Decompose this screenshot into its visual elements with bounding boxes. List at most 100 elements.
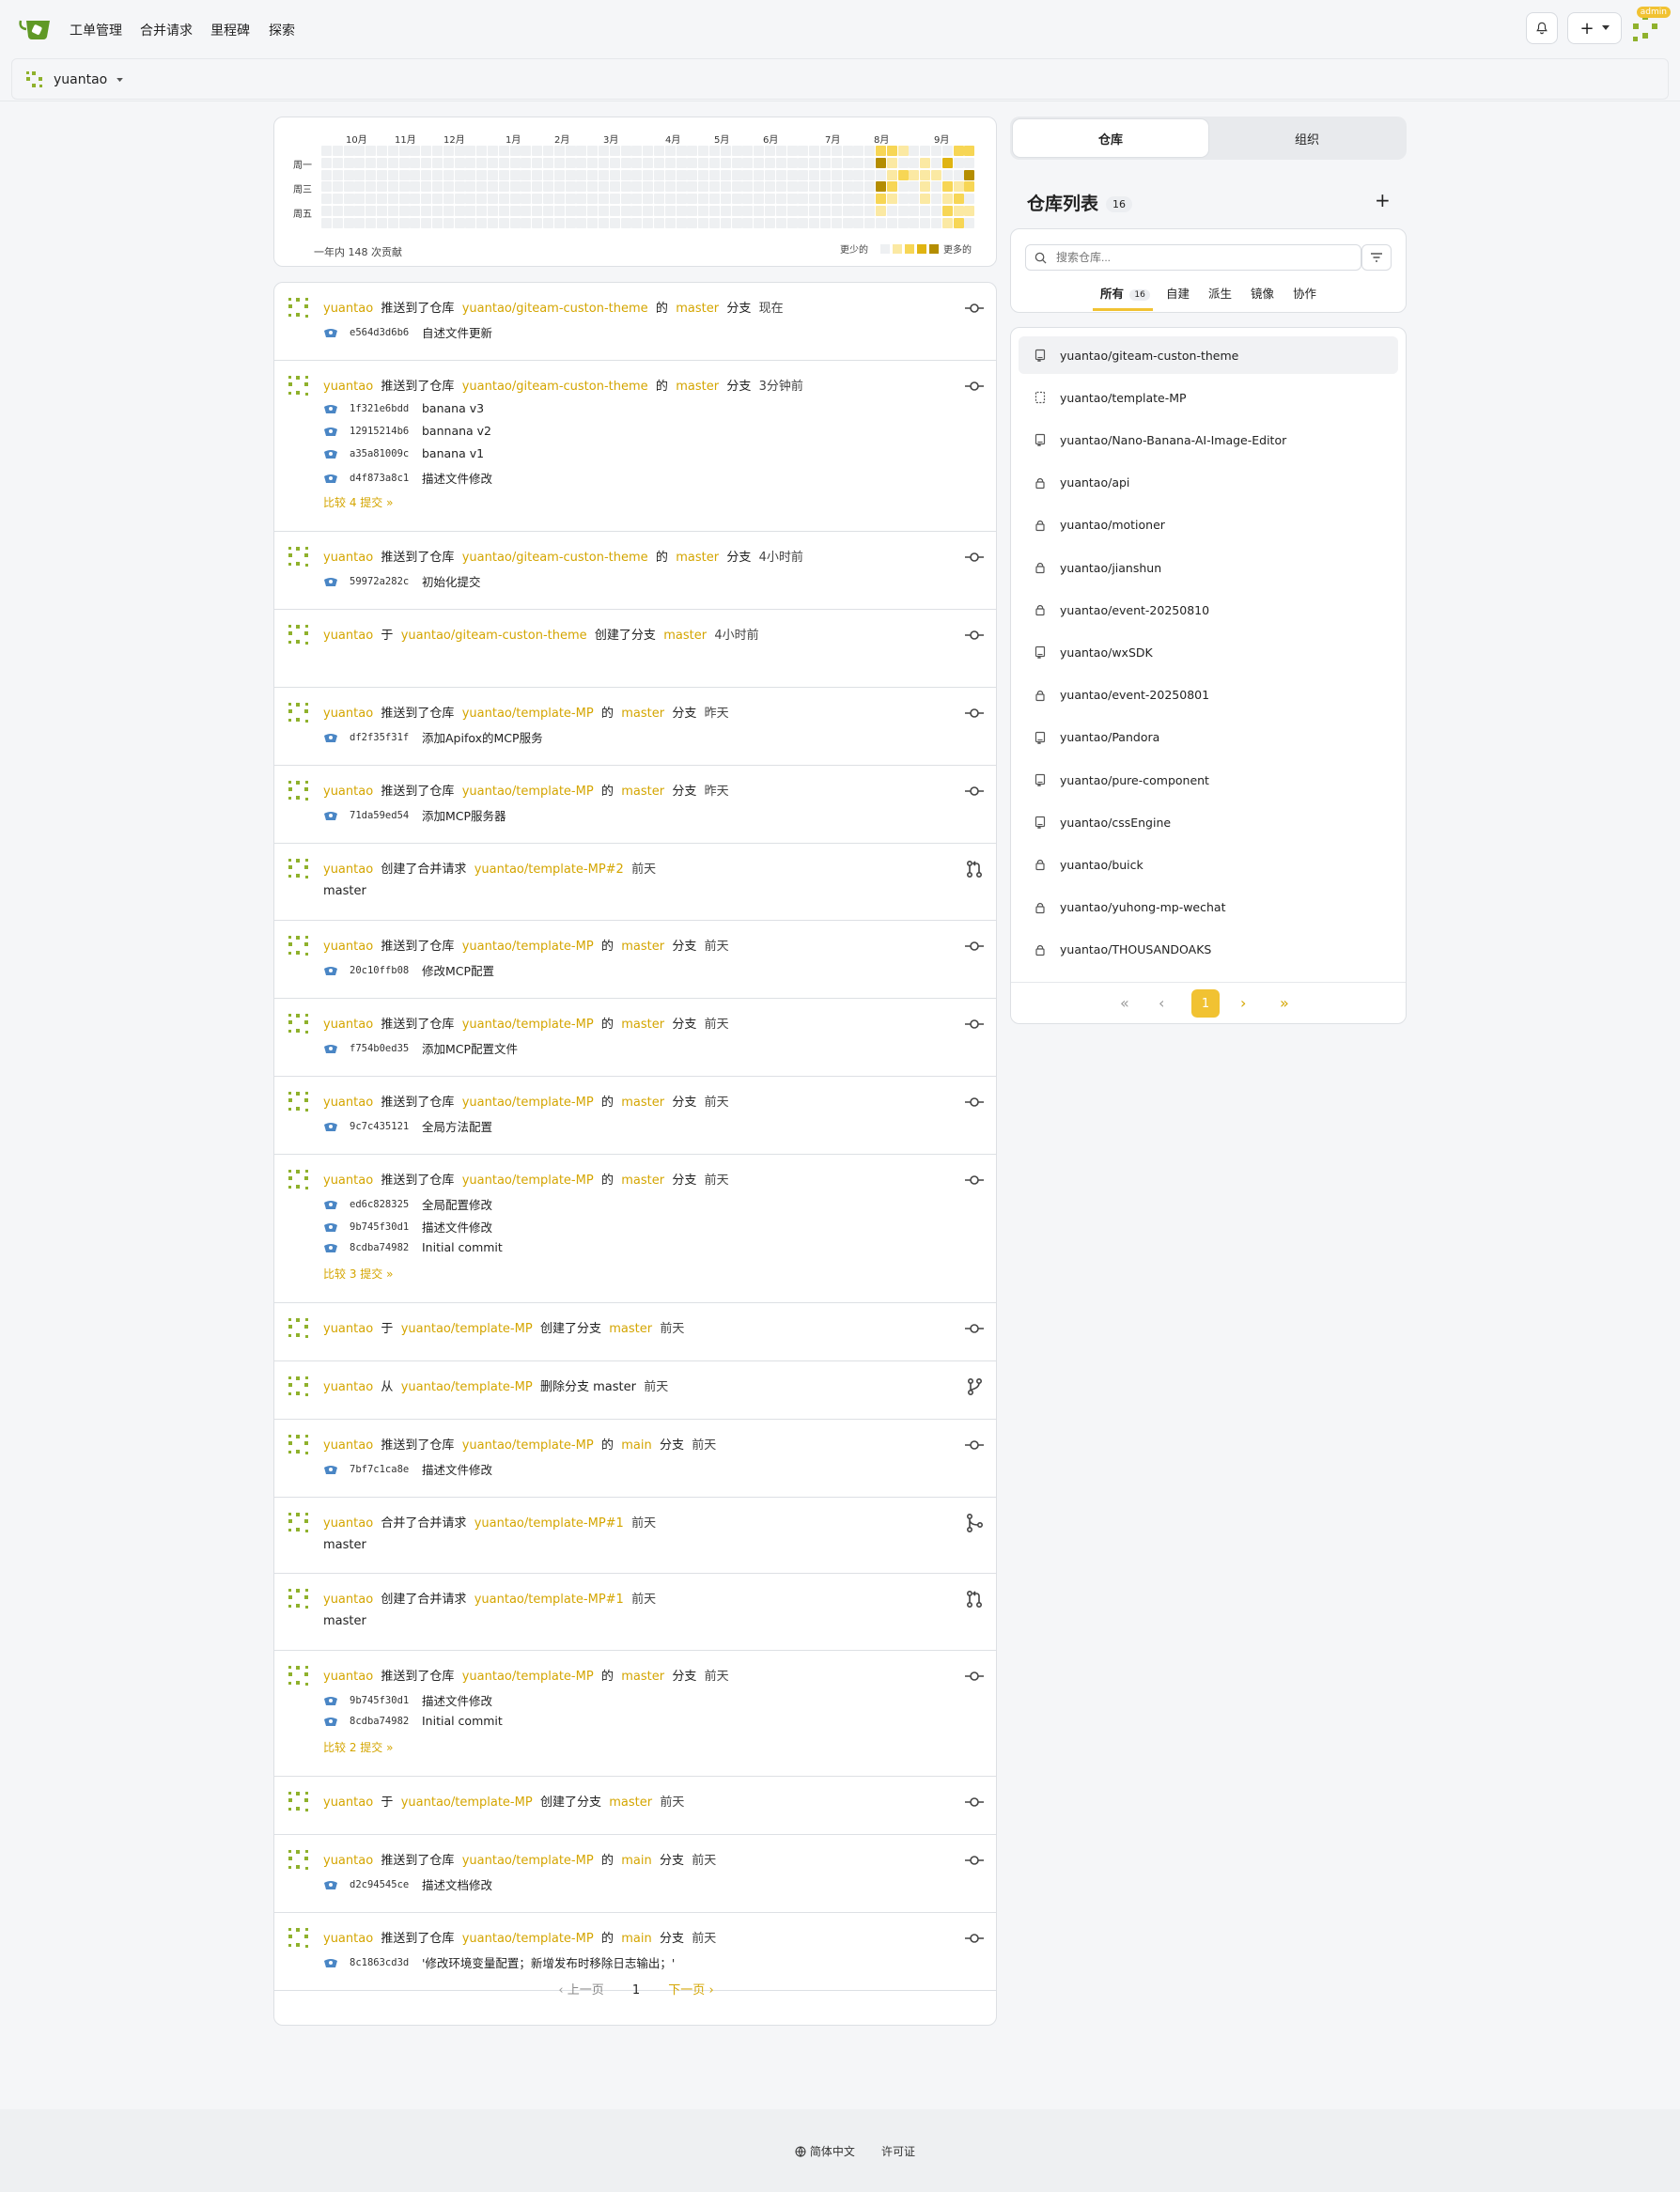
heatmap-cell[interactable] xyxy=(676,194,687,205)
heatmap-cell[interactable] xyxy=(909,206,920,216)
heatmap-cell[interactable] xyxy=(366,146,377,156)
heatmap-cell[interactable] xyxy=(421,181,432,193)
heatmap-cell[interactable] xyxy=(920,157,931,168)
license-link[interactable]: 许可证 xyxy=(881,2143,915,2159)
heatmap-cell[interactable] xyxy=(964,146,975,156)
heatmap-cell[interactable] xyxy=(321,194,332,205)
heatmap-cell[interactable] xyxy=(664,169,676,180)
heatmap-cell[interactable] xyxy=(765,169,775,180)
commit-sha-link[interactable]: 8c1863cd3d xyxy=(350,1957,422,1968)
heatmap-cell[interactable] xyxy=(820,194,831,205)
heatmap-cell[interactable] xyxy=(941,169,953,180)
repo-item[interactable]: yuantao/event-20250801 xyxy=(1019,676,1398,714)
heatmap-cell[interactable] xyxy=(599,206,609,216)
heatmap-cell[interactable] xyxy=(820,169,831,180)
heatmap-cell[interactable] xyxy=(377,146,387,156)
repo-item[interactable]: yuantao/wxSDK xyxy=(1019,633,1398,671)
user-avatar[interactable]: admin xyxy=(1631,7,1671,44)
heatmap-cell[interactable] xyxy=(343,217,354,228)
heatmap-cell[interactable] xyxy=(543,146,553,156)
heatmap-cell[interactable] xyxy=(941,157,953,168)
heatmap-cell[interactable] xyxy=(421,217,432,228)
heatmap-cell[interactable] xyxy=(809,169,820,180)
heatmap-cell[interactable] xyxy=(698,169,709,180)
heatmap-cell[interactable] xyxy=(864,194,876,205)
heatmap-cell[interactable] xyxy=(709,181,720,193)
heatmap-cell[interactable] xyxy=(398,194,410,205)
heatmap-cell[interactable] xyxy=(354,194,366,205)
heatmap-cell[interactable] xyxy=(377,206,387,216)
heatmap-cell[interactable] xyxy=(465,194,476,205)
heatmap-cell[interactable] xyxy=(521,217,532,228)
heatmap-cell[interactable] xyxy=(620,157,631,168)
heatmap-cell[interactable] xyxy=(631,146,643,156)
context-switcher[interactable]: yuantao xyxy=(25,70,124,89)
repo-link[interactable]: yuantao/template-MP xyxy=(401,1380,533,1394)
gitea-logo-icon[interactable] xyxy=(19,16,51,40)
heatmap-cell[interactable] xyxy=(731,181,742,193)
heatmap-cell[interactable] xyxy=(698,157,709,168)
user-link[interactable]: yuantao xyxy=(323,1096,373,1110)
heatmap-cell[interactable] xyxy=(876,146,886,156)
heatmap-cell[interactable] xyxy=(931,217,941,228)
heatmap-cell[interactable] xyxy=(532,169,543,180)
heatmap-cell[interactable] xyxy=(876,157,886,168)
heatmap-cell[interactable] xyxy=(576,146,587,156)
heatmap-cell[interactable] xyxy=(343,146,354,156)
heatmap-cell[interactable] xyxy=(410,194,421,205)
user-link[interactable]: yuantao xyxy=(323,380,373,394)
heatmap-cell[interactable] xyxy=(398,206,410,216)
heatmap-cell[interactable] xyxy=(377,194,387,205)
heatmap-cell[interactable] xyxy=(920,146,931,156)
heatmap-cell[interactable] xyxy=(398,157,410,168)
heatmap-cell[interactable] xyxy=(909,194,920,205)
user-avatar[interactable] xyxy=(288,702,310,724)
heatmap-cell[interactable] xyxy=(543,206,553,216)
heatmap-cell[interactable] xyxy=(521,157,532,168)
commit-sha-link[interactable]: 9b745f30d1 xyxy=(350,1221,422,1233)
heatmap-cell[interactable] xyxy=(421,206,432,216)
heatmap-cell[interactable] xyxy=(488,181,498,193)
heatmap-cell[interactable] xyxy=(809,146,820,156)
compare-link[interactable]: 比较 4 提交 » xyxy=(323,494,393,510)
commit-sha-link[interactable]: 59972a282c xyxy=(350,576,422,587)
heatmap-cell[interactable] xyxy=(842,194,853,205)
heatmap-cell[interactable] xyxy=(432,146,443,156)
compare-link[interactable]: 比较 3 提交 » xyxy=(323,1266,393,1282)
heatmap-cell[interactable] xyxy=(775,146,786,156)
heatmap-cell[interactable] xyxy=(587,217,599,228)
heatmap-cell[interactable] xyxy=(786,169,798,180)
heatmap-cell[interactable] xyxy=(432,217,443,228)
user-avatar[interactable] xyxy=(288,1791,310,1813)
heatmap-cell[interactable] xyxy=(687,146,698,156)
heatmap-cell[interactable] xyxy=(941,181,953,193)
heatmap-cell[interactable] xyxy=(643,217,654,228)
heatmap-cell[interactable] xyxy=(587,146,599,156)
heatmap-cell[interactable] xyxy=(909,217,920,228)
heatmap-cell[interactable] xyxy=(831,206,842,216)
heatmap-cell[interactable] xyxy=(809,217,820,228)
heatmap-cell[interactable] xyxy=(853,181,864,193)
heatmap-cell[interactable] xyxy=(565,206,576,216)
heatmap-cell[interactable] xyxy=(676,181,687,193)
user-link[interactable]: yuantao xyxy=(323,1018,373,1032)
heatmap-cell[interactable] xyxy=(775,181,786,193)
branch-link[interactable]: master xyxy=(621,1670,664,1684)
user-avatar[interactable] xyxy=(288,546,310,568)
heatmap-cell[interactable] xyxy=(521,181,532,193)
heatmap-cell[interactable] xyxy=(731,157,742,168)
branch-link[interactable]: master xyxy=(621,1174,664,1188)
heatmap-cell[interactable] xyxy=(920,217,931,228)
heatmap-cell[interactable] xyxy=(498,206,509,216)
heatmap-cell[interactable] xyxy=(587,194,599,205)
heatmap-cell[interactable] xyxy=(698,181,709,193)
heatmap-cell[interactable] xyxy=(377,217,387,228)
heatmap-cell[interactable] xyxy=(731,146,742,156)
heatmap-cell[interactable] xyxy=(654,194,664,205)
heatmap-cell[interactable] xyxy=(398,217,410,228)
heatmap-cell[interactable] xyxy=(953,146,964,156)
heatmap-cell[interactable] xyxy=(820,181,831,193)
repo-link[interactable]: yuantao/template-MP xyxy=(462,1854,594,1868)
heatmap-cell[interactable] xyxy=(886,146,897,156)
heatmap-cell[interactable] xyxy=(831,181,842,193)
